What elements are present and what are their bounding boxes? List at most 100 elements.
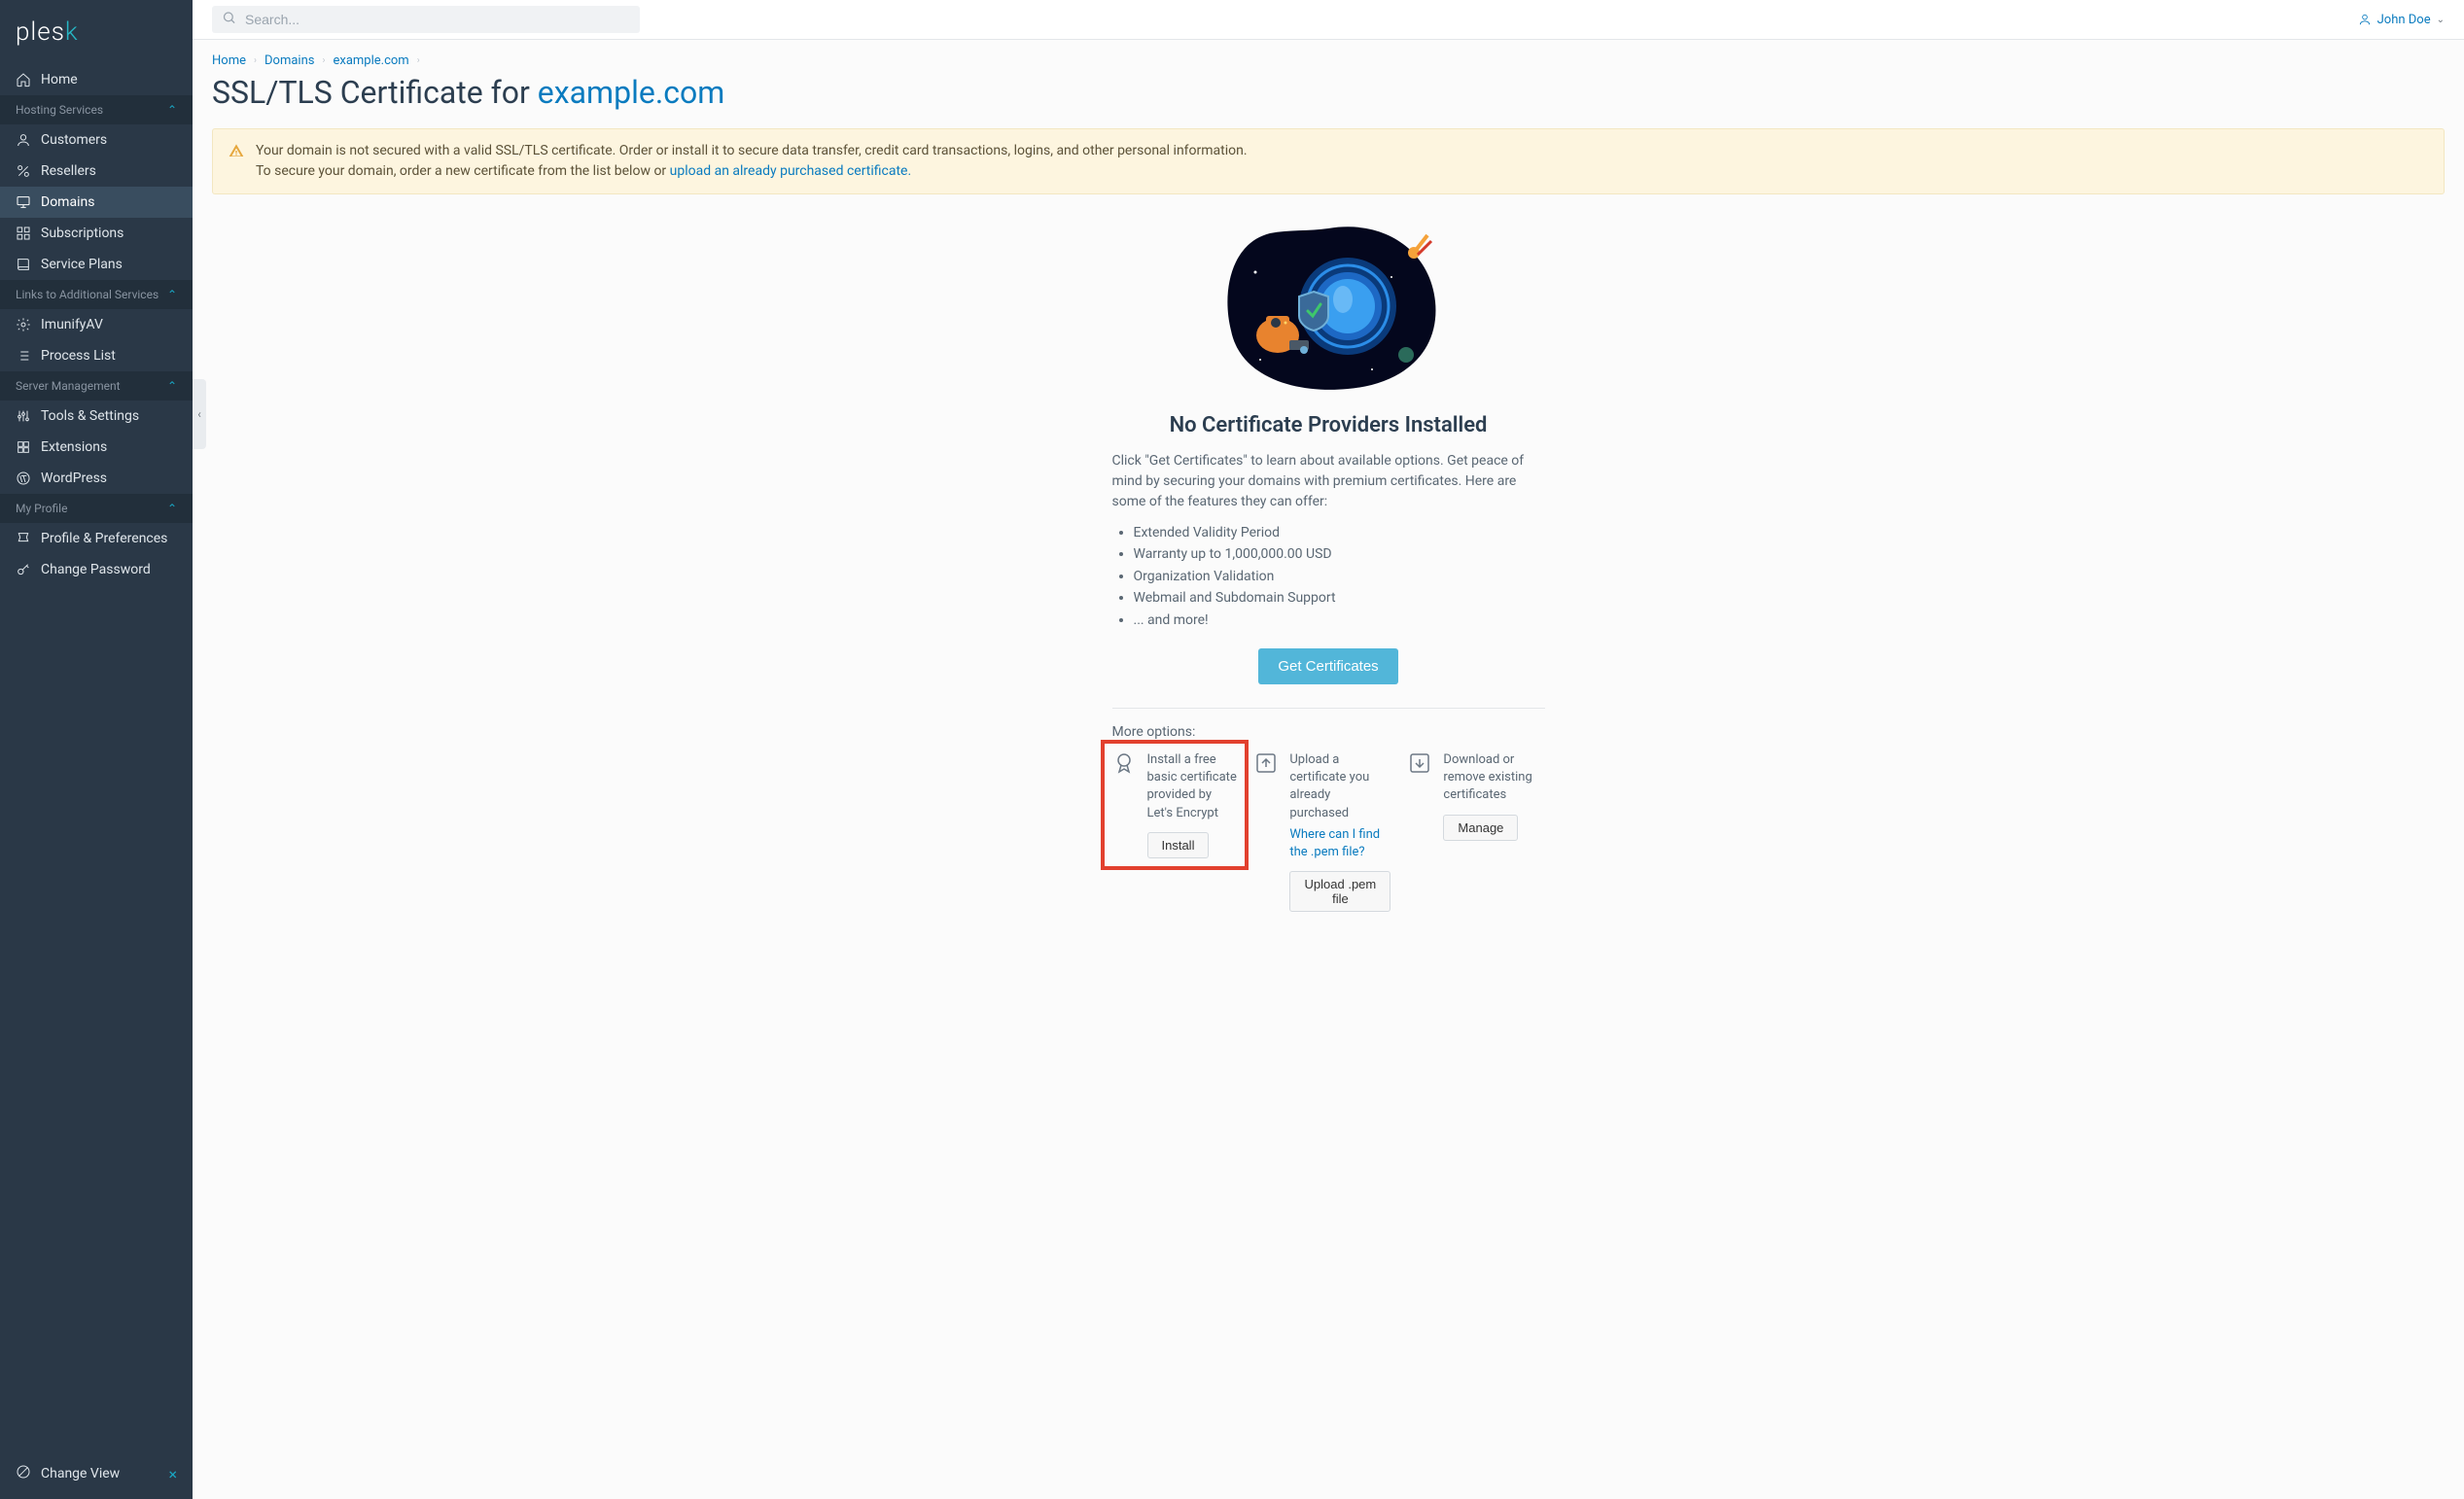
install-button[interactable]: Install — [1147, 832, 1210, 858]
hero-paragraph: Click "Get Certificates" to learn about … — [1112, 451, 1545, 512]
nav-label: Profile & Preferences — [41, 531, 167, 546]
sidebar-item-domains[interactable]: Domains — [0, 187, 193, 218]
upload-pem-button[interactable]: Upload .pem file — [1289, 871, 1390, 912]
find-pem-link[interactable]: Where can I find the .pem file? — [1289, 826, 1390, 861]
close-icon[interactable]: × — [168, 1465, 177, 1483]
breadcrumb-domain[interactable]: example.com — [333, 53, 408, 68]
nav-label: Home — [41, 72, 78, 87]
alert-text-1: Your domain is not secured with a valid … — [256, 143, 1248, 158]
option-text: Download or remove existing certificates — [1443, 751, 1544, 805]
circle-slash-icon — [16, 1464, 31, 1483]
options-row: Install a free basic certificate provide… — [1112, 751, 1545, 912]
nav-group-profile[interactable]: My Profile ⌃ — [0, 494, 193, 523]
monitor-icon — [16, 194, 31, 210]
option-install-free: Install a free basic certificate provide… — [1101, 740, 1250, 870]
wordpress-icon — [16, 471, 31, 486]
chevron-right-icon: › — [322, 55, 325, 66]
search-icon — [222, 11, 236, 29]
nav-label: Extensions — [41, 439, 107, 455]
warning-icon — [229, 143, 244, 182]
sidebar-item-resellers[interactable]: Resellers — [0, 156, 193, 187]
upload-icon — [1254, 751, 1278, 912]
list-icon — [16, 348, 31, 364]
hero-heading: No Certificate Providers Installed — [1112, 413, 1545, 437]
sidebar: plesk Home Hosting Services ⌃ Customers … — [0, 0, 193, 1499]
sidebar-item-change-password[interactable]: Change Password — [0, 554, 193, 585]
book-icon — [16, 257, 31, 272]
sidebar-item-process-list[interactable]: Process List — [0, 340, 193, 371]
sidebar-item-profile-prefs[interactable]: Profile & Preferences — [0, 523, 193, 554]
page-title: SSL/TLS Certificate for example.com — [212, 74, 2445, 111]
sidebar-item-subscriptions[interactable]: Subscriptions — [0, 218, 193, 249]
nav-label: Subscriptions — [41, 226, 123, 241]
puzzle-icon — [16, 439, 31, 455]
hero-bullet: Warranty up to 1,000,000.00 USD — [1134, 543, 1545, 565]
sidebar-item-tools-settings[interactable]: Tools & Settings — [0, 401, 193, 432]
breadcrumb: Home › Domains › example.com › — [212, 53, 2445, 68]
sidebar-collapse-handle[interactable]: ‹ — [193, 379, 206, 449]
sidebar-item-wordpress[interactable]: WordPress — [0, 463, 193, 494]
nav-label: Tools & Settings — [41, 408, 139, 424]
person-icon — [16, 132, 31, 148]
sidebar-item-home[interactable]: Home — [0, 64, 193, 95]
chevron-down-icon: ⌄ — [2437, 15, 2445, 25]
gear-icon — [16, 317, 31, 332]
get-certificates-button[interactable]: Get Certificates — [1258, 648, 1397, 684]
breadcrumb-home[interactable]: Home — [212, 53, 246, 68]
nav-label: Service Plans — [41, 257, 123, 272]
chevron-up-icon: ⌃ — [167, 502, 177, 515]
hero-bullet: ... and more! — [1134, 610, 1545, 631]
option-manage: Download or remove existing certificates… — [1408, 751, 1544, 841]
hero-bullet: Webmail and Subdomain Support — [1134, 587, 1545, 609]
change-view-label[interactable]: Change View — [41, 1466, 120, 1482]
nav-group-links[interactable]: Links to Additional Services ⌃ — [0, 280, 193, 309]
nav-label: Change Password — [41, 562, 151, 577]
chevron-up-icon: ⌃ — [167, 103, 177, 117]
warning-alert: Your domain is not secured with a valid … — [212, 128, 2445, 194]
sliders-icon — [16, 408, 31, 424]
sidebar-item-imunifyav[interactable]: ImunifyAV — [0, 309, 193, 340]
nav-label: WordPress — [41, 471, 107, 486]
chevron-up-icon: ⌃ — [167, 379, 177, 393]
hero-illustration — [1212, 224, 1445, 394]
badge-icon — [16, 531, 31, 546]
upload-certificate-link[interactable]: upload an already purchased certificate. — [670, 163, 912, 179]
option-upload: Upload a certificate you already purchas… — [1254, 751, 1390, 912]
more-options-label: More options: — [1112, 724, 1545, 740]
chevron-right-icon: › — [417, 55, 420, 66]
sidebar-item-service-plans[interactable]: Service Plans — [0, 249, 193, 280]
download-icon — [1408, 751, 1431, 841]
user-menu[interactable]: John Doe ⌄ — [2358, 13, 2445, 27]
chevron-up-icon: ⌃ — [167, 288, 177, 301]
sidebar-item-extensions[interactable]: Extensions — [0, 432, 193, 463]
nav-group-hosting[interactable]: Hosting Services ⌃ — [0, 95, 193, 124]
key-icon — [16, 562, 31, 577]
search-input[interactable] — [212, 6, 640, 33]
hero-bullet: Organization Validation — [1134, 566, 1545, 587]
divider — [1112, 708, 1545, 709]
sidebar-item-customers[interactable]: Customers — [0, 124, 193, 156]
nav-label: ImunifyAV — [41, 317, 103, 332]
option-text: Upload a certificate you already purchas… — [1289, 751, 1390, 822]
nav-label: Process List — [41, 348, 116, 364]
main: John Doe ⌄ Home › Domains › example.com … — [193, 0, 2464, 1499]
nav-label: Domains — [41, 194, 94, 210]
hero-bullet: Extended Validity Period — [1134, 522, 1545, 543]
person-icon — [2358, 13, 2372, 26]
hero-section: No Certificate Providers Installed Click… — [1112, 224, 1545, 912]
logo[interactable]: plesk — [0, 0, 193, 64]
manage-button[interactable]: Manage — [1443, 815, 1518, 841]
home-icon — [16, 72, 31, 87]
hero-bullets: Extended Validity Period Warranty up to … — [1112, 522, 1545, 631]
alert-text-2: To secure your domain, order a new certi… — [256, 163, 670, 179]
sidebar-footer: Change View × — [0, 1456, 193, 1499]
topbar: John Doe ⌄ — [193, 0, 2464, 39]
percent-icon — [16, 163, 31, 179]
grid-icon — [16, 226, 31, 241]
nav-label: Customers — [41, 132, 107, 148]
nav-label: Resellers — [41, 163, 96, 179]
option-text: Install a free basic certificate provide… — [1147, 751, 1238, 822]
nav-group-server[interactable]: Server Management ⌃ — [0, 371, 193, 401]
breadcrumb-domains[interactable]: Domains — [264, 53, 314, 68]
page-title-domain-link[interactable]: example.com — [538, 74, 725, 111]
